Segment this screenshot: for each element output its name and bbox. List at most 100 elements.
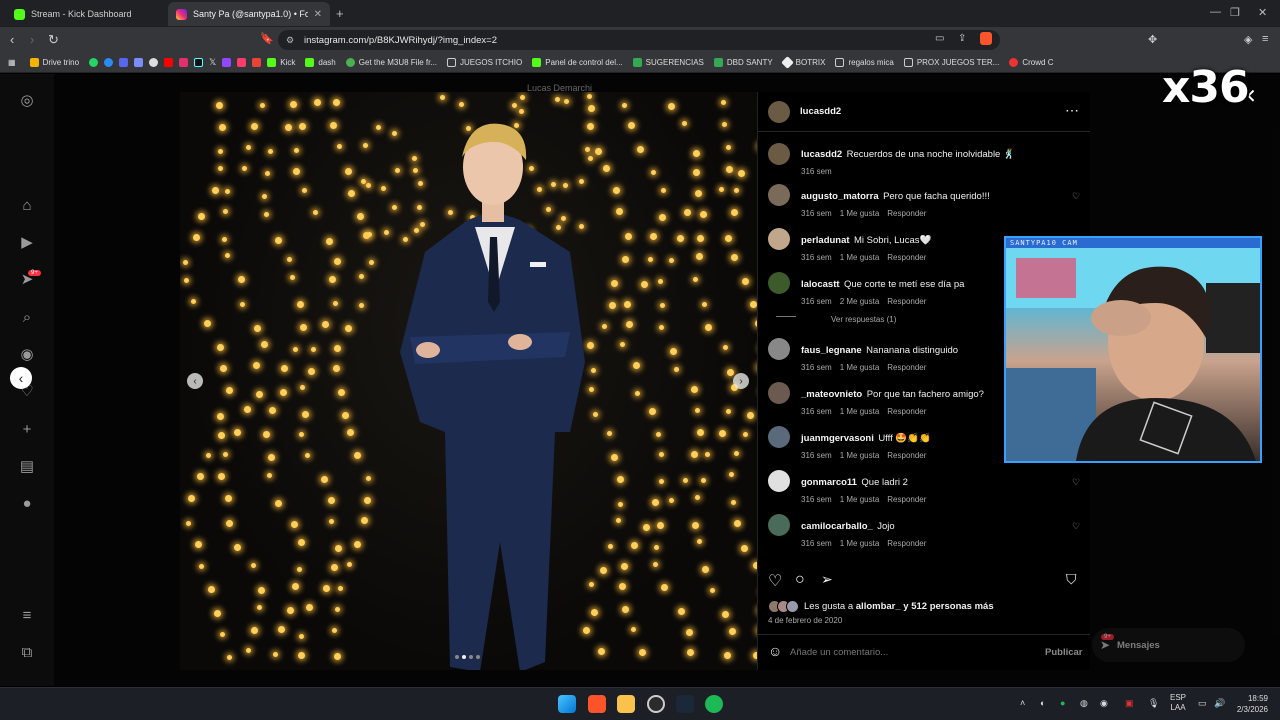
clock[interactable]: 18:59 2/3/2026: [1232, 693, 1268, 715]
bookmark-m3u8[interactable]: Get the M3U8 File fr...: [345, 58, 437, 67]
previous-post-button[interactable]: ‹: [10, 367, 32, 389]
back-icon[interactable]: ‹: [10, 32, 14, 47]
volume-icon[interactable]: 🔊: [1214, 698, 1225, 709]
create-icon[interactable]: +: [18, 421, 36, 439]
bookmark-icon[interactable]: 🔖: [260, 32, 274, 45]
comment-likes[interactable]: 1 Me gusta: [840, 451, 880, 460]
file-explorer-icon[interactable]: [617, 695, 635, 713]
view-replies-button[interactable]: Ver respuestas (1): [831, 315, 896, 324]
share-post-icon[interactable]: ➢: [821, 571, 833, 588]
instagram-bm-icon[interactable]: [179, 58, 189, 67]
start-icon[interactable]: [558, 695, 576, 713]
comment-username[interactable]: camilocarballo_: [801, 521, 873, 532]
share-icon[interactable]: ⇪: [958, 33, 966, 44]
new-tab-button[interactable]: +: [336, 6, 344, 21]
commenter-avatar[interactable]: [768, 514, 790, 536]
comment-likes[interactable]: 1 Me gusta: [840, 363, 880, 372]
steam-tray-icon[interactable]: ◉: [1100, 698, 1108, 709]
commenter-avatar[interactable]: [768, 426, 790, 448]
also-from-meta-icon[interactable]: ⧉: [18, 644, 36, 662]
bookmark-prox-juegos[interactable]: PROX JUEGOS TER...: [903, 58, 999, 67]
carousel-next-button[interactable]: ›: [733, 373, 749, 389]
extensions-icon[interactable]: ✥: [1148, 33, 1157, 46]
comment-likes[interactable]: 2 Me gusta: [840, 297, 880, 306]
comment-like-icon[interactable]: ♡: [1072, 477, 1080, 488]
obs-taskbar-icon[interactable]: [647, 695, 665, 713]
commenter-avatar[interactable]: [768, 382, 790, 404]
x-icon[interactable]: 𝕏: [209, 57, 216, 68]
forward-icon[interactable]: ›: [30, 32, 34, 47]
site-info-icon[interactable]: ⚙: [286, 35, 294, 46]
gmail-icon[interactable]: [252, 58, 262, 67]
bookmark-kick[interactable]: Kick: [267, 58, 295, 67]
comment-likes[interactable]: 1 Me gusta: [840, 253, 880, 262]
apps-icon[interactable]: ▦: [8, 58, 16, 67]
bolt-icon[interactable]: [237, 58, 247, 67]
brave-shield-icon[interactable]: [980, 32, 992, 45]
bookmark-panel-control[interactable]: Panel de control del...: [532, 58, 623, 67]
comment-username[interactable]: juanmgervasoni: [801, 433, 874, 444]
comment-likes[interactable]: 1 Me gusta: [840, 539, 880, 548]
tray-app-icon[interactable]: ◍: [1080, 698, 1088, 709]
mic-tray-icon[interactable]: 🎙: [1148, 698, 1159, 709]
more-options-icon[interactable]: ⋯: [1065, 102, 1079, 119]
publish-button[interactable]: Publicar: [1045, 647, 1083, 658]
commenter-avatar[interactable]: [768, 228, 790, 250]
vpn-icon[interactable]: ◈: [1244, 33, 1252, 46]
steam-icon[interactable]: [676, 695, 694, 713]
reply-button[interactable]: Responder: [887, 539, 926, 548]
comment-like-icon[interactable]: ♡: [1072, 191, 1080, 202]
like-icon[interactable]: ♡: [768, 571, 782, 591]
reply-button[interactable]: Responder: [887, 451, 926, 460]
reply-button[interactable]: Responder: [887, 495, 926, 504]
bookmark-dbd-santy[interactable]: DBD SANTY: [713, 58, 773, 67]
bookmark-dash[interactable]: dash: [305, 58, 336, 67]
comment-likes[interactable]: 1 Me gusta: [840, 209, 880, 218]
commenter-avatar[interactable]: [768, 272, 790, 294]
explore-icon[interactable]: ◉: [18, 346, 36, 364]
comment-likes[interactable]: 1 Me gusta: [840, 407, 880, 416]
youtube-icon[interactable]: [164, 58, 174, 67]
save-post-icon[interactable]: ⛉: [1066, 571, 1077, 588]
commenter-avatar[interactable]: [768, 338, 790, 360]
brave-taskbar-icon[interactable]: [588, 695, 606, 713]
dashboard-icon[interactable]: ▤: [18, 458, 36, 476]
comment-like-icon[interactable]: ♡: [1072, 521, 1080, 532]
tray-chevron-icon[interactable]: ˄: [1020, 698, 1025, 708]
likes-summary[interactable]: Les gusta a allombar_ y 512 personas más: [804, 601, 994, 612]
comment-username[interactable]: _mateovnieto: [801, 389, 862, 400]
comment-input[interactable]: [790, 644, 1030, 660]
menu-icon[interactable]: ≡: [1262, 33, 1268, 45]
recorder-tray-icon[interactable]: ▣: [1125, 698, 1134, 709]
bookmark-botrix[interactable]: BOTRIX: [780, 56, 825, 69]
more-menu-icon[interactable]: ≡: [18, 607, 36, 625]
reply-button[interactable]: Responder: [887, 209, 926, 218]
reload-icon[interactable]: ↻: [48, 32, 59, 48]
network-icon[interactable]: ▭: [1198, 698, 1207, 709]
author-username[interactable]: lucasdd2: [800, 106, 841, 117]
reply-button[interactable]: Responder: [887, 253, 926, 262]
comment-likes[interactable]: 1 Me gusta: [840, 495, 880, 504]
caption-username[interactable]: lucasdd2: [801, 149, 842, 160]
search-icon[interactable]: ⌕: [18, 309, 36, 327]
minimize-icon[interactable]: —: [1210, 6, 1221, 18]
comment-username[interactable]: lalocastt: [801, 279, 840, 290]
twitch-icon[interactable]: [222, 58, 232, 67]
spotify-icon[interactable]: [705, 695, 723, 713]
edge-icon[interactable]: [104, 58, 114, 67]
url-field[interactable]: instagram.com/p/B8KJWRihydj/?img_index=2: [278, 30, 1000, 50]
comment-icon[interactable]: ○: [795, 571, 805, 589]
obs-icon[interactable]: [149, 58, 159, 67]
carousel-prev-button[interactable]: ‹: [187, 373, 203, 389]
profile-avatar[interactable]: ●: [18, 495, 36, 513]
bookmark-regalos-mica[interactable]: regalos mica: [835, 58, 894, 67]
instagram-logo-icon[interactable]: ◎: [18, 92, 36, 110]
emoji-icon[interactable]: ☺: [768, 643, 782, 659]
comment-username[interactable]: faus_legnane: [801, 345, 862, 356]
whatsapp-icon[interactable]: [89, 58, 99, 67]
commenter-avatar[interactable]: [768, 184, 790, 206]
liker-username[interactable]: allombar_: [856, 601, 901, 612]
bookmark-crowd[interactable]: Crowd C: [1009, 58, 1053, 67]
spotify-tray-icon[interactable]: ●: [1060, 698, 1065, 708]
author-avatar[interactable]: [768, 143, 790, 165]
